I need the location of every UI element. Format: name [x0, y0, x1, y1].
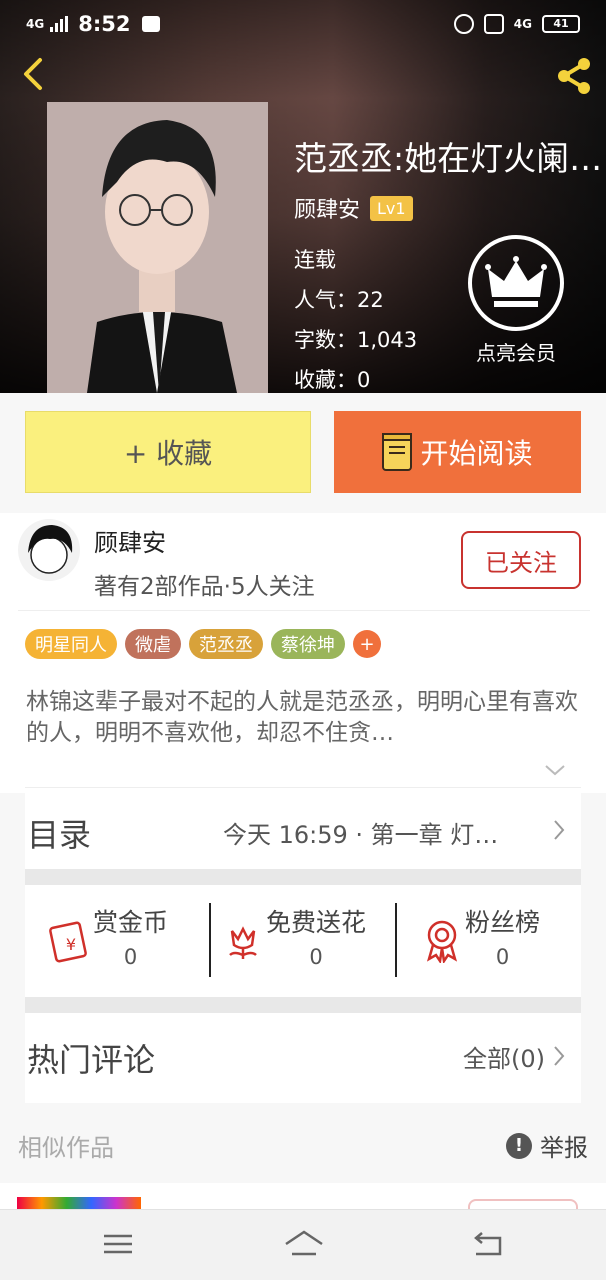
clock: 8:52 — [78, 12, 131, 36]
system-nav-bar — [0, 1209, 606, 1280]
book-title: 范丞丞:她在灯火阑… — [294, 139, 603, 178]
collect-label: + 收藏 — [123, 437, 213, 470]
share-icon[interactable] — [552, 54, 596, 98]
book-icon — [382, 433, 413, 471]
chevron-down-icon[interactable] — [544, 759, 566, 781]
tag-chip[interactable]: 微虐 — [125, 629, 181, 659]
menu-icon[interactable] — [100, 1228, 136, 1260]
reward-label: 粉丝榜 — [465, 908, 541, 937]
add-tag-button[interactable]: + — [353, 630, 381, 658]
reward-coins-button[interactable]: ¥ 赏金币 0 — [47, 903, 168, 979]
crown-icon — [468, 235, 564, 331]
flower-icon — [220, 917, 266, 963]
book-description[interactable]: 林锦这辈子最对不起的人就是范丞丞，明明心里有喜欢的人，明明不喜欢他，却忍不住贪… — [26, 687, 586, 751]
hot-comments-row[interactable]: 热门评论 全部(0) — [25, 1013, 581, 1103]
all-comments-link[interactable]: 全部(0) — [463, 1039, 545, 1074]
medal-icon — [419, 917, 465, 965]
author-name[interactable]: 顾肆安 — [294, 192, 360, 224]
author-row[interactable]: 顾肆安 Lv1 — [294, 192, 413, 224]
toc-label: 目录 — [27, 816, 92, 854]
section-divider — [25, 997, 581, 1013]
app-screen: { "status_bar": {"network": "4G", "time"… — [0, 0, 606, 1280]
status-bar: 4G 8:52 4G 41 — [0, 0, 606, 54]
comments-title: 热门评论 — [27, 1041, 156, 1079]
reward-value: 0 — [123, 945, 138, 969]
network2-label: 4G — [513, 17, 532, 31]
section-divider — [25, 869, 581, 885]
follow-label: 已关注 — [485, 548, 557, 577]
author-card: 顾肆安 著有2部作品·5人关注 已关注 明星同人 微虐 范丞丞 蔡徐坤 + 林锦… — [0, 513, 606, 793]
tag-chip[interactable]: 范丞丞 — [189, 629, 263, 659]
latest-chapter: 今天 16:59 · 第一章 灯… — [223, 821, 499, 849]
book-status: 连载 — [294, 248, 336, 272]
red-envelope-icon: ¥ — [47, 917, 93, 963]
collect-button[interactable]: + 收藏 — [25, 411, 311, 493]
book-word-count: 字数：1,043 — [294, 328, 418, 352]
report-button[interactable]: ! 举报 — [506, 1128, 588, 1163]
home-icon[interactable] — [284, 1228, 324, 1260]
author-card-stats: 著有2部作品·5人关注 — [94, 574, 315, 600]
author-card-name[interactable]: 顾肆安 — [94, 523, 166, 558]
reward-value: 0 — [495, 945, 510, 969]
vip-label: 点亮会员 — [476, 341, 556, 365]
divider — [209, 903, 211, 977]
reward-label: 免费送花 — [266, 908, 367, 937]
book-cover-image[interactable] — [47, 102, 268, 393]
start-reading-label: 开始阅读 — [420, 437, 533, 470]
chevron-left-icon[interactable] — [16, 54, 50, 94]
divider — [18, 610, 590, 611]
book-meta: 连载 人气：22 字数：1,043 收藏：0 — [294, 240, 417, 393]
avatar[interactable] — [18, 519, 80, 581]
chevron-right-icon — [551, 818, 567, 842]
fan-ranking-button[interactable]: 粉丝榜 0 — [419, 903, 540, 979]
level-badge: Lv1 — [370, 195, 413, 221]
mute-icon — [483, 14, 504, 34]
tag-list: 明星同人 微虐 范丞丞 蔡徐坤 + — [25, 629, 381, 659]
tag-chip[interactable]: 蔡徐坤 — [271, 629, 345, 659]
report-label: 举报 — [540, 1134, 588, 1162]
reward-label: 赏金币 — [93, 908, 169, 937]
reward-value: 0 — [309, 945, 323, 969]
warning-icon: ! — [506, 1132, 532, 1159]
send-flower-button[interactable]: 免费送花 0 — [220, 903, 366, 979]
battery-icon: 41 — [542, 15, 580, 33]
network-label: 4G — [26, 17, 45, 31]
book-header: 4G 8:52 4G 41 范丞丞:她在灯火阑… 顾肆安 Lv1 连载 人气：2… — [0, 0, 606, 393]
book-favorites: 收藏：0 — [294, 368, 371, 392]
similar-works-heading: 相似作品 — [18, 1134, 114, 1162]
vip-button[interactable]: 点亮会员 — [468, 235, 564, 366]
back-icon[interactable] — [470, 1228, 506, 1260]
rewards-bar: ¥ 赏金币 0 免费送花 0 粉丝榜 0 — [25, 885, 581, 997]
start-reading-button[interactable]: 开始阅读 — [334, 411, 581, 493]
tag-chip[interactable]: 明星同人 — [25, 629, 117, 659]
book-popularity: 人气：22 — [294, 288, 384, 312]
chevron-right-icon — [551, 1044, 567, 1068]
signal-icon — [50, 16, 69, 32]
message-notification-icon — [142, 16, 161, 32]
svg-text:¥: ¥ — [66, 935, 76, 954]
follow-button[interactable]: 已关注 — [461, 531, 581, 589]
table-of-contents-row[interactable]: 目录 今天 16:59 · 第一章 灯… — [25, 787, 581, 869]
alarm-icon — [453, 14, 474, 34]
divider — [395, 903, 397, 977]
